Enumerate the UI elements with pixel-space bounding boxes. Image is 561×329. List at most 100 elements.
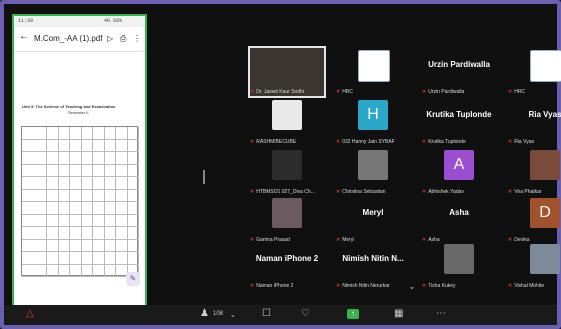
table-cell xyxy=(81,139,93,152)
print-icon[interactable]: ⎙ xyxy=(120,34,126,44)
participant-tile[interactable]: Urzin Pardiwalla ✕ Urzin Pardiwalla xyxy=(420,46,498,98)
mic-muted-icon: ✕ xyxy=(336,139,341,145)
participant-tile[interactable]: Krutika Tuplonde ✕ Krutika Tuplonde xyxy=(420,96,498,148)
table-cell xyxy=(70,177,82,190)
more-icon[interactable]: ⋯ xyxy=(436,308,446,319)
table-cell xyxy=(70,164,82,177)
mic-muted-icon: ✕ xyxy=(508,89,513,95)
table-cell xyxy=(47,177,59,190)
mic-muted-icon: ✕ xyxy=(422,89,427,95)
reactions-icon[interactable]: ♡ xyxy=(301,308,310,319)
participant-name: ✕ Nimish Nitin Nerurkar xyxy=(336,283,390,289)
participant-photo xyxy=(530,244,560,274)
back-arrow-icon[interactable]: ← xyxy=(19,31,29,42)
participant-tile[interactable]: Naman iPhone 2 ✕ Naman iPhone 2 xyxy=(248,240,326,292)
doc-title: M.Com_-AA (1).pdf xyxy=(34,34,103,43)
participant-name: ✕ Vishal Mohite xyxy=(508,283,544,289)
table-cell xyxy=(22,164,47,177)
participant-tile[interactable]: ✕ Vishal Mohite xyxy=(506,240,561,292)
table-cell xyxy=(22,202,47,215)
initial-avatar: D xyxy=(530,198,560,228)
pdf-toolbar: ← M.Com_-AA (1).pdf ▷ ⎙ ⋮ xyxy=(14,27,145,52)
participant-tile[interactable]: Asha ✕ Asha xyxy=(420,194,498,246)
table-cell xyxy=(93,152,105,165)
participant-tile[interactable]: ✕ Tisha Kukey xyxy=(420,240,498,292)
participant-tile[interactable]: ✕ Dr. Jaswit Kaur Sodhi xyxy=(248,46,326,98)
participant-name: ✕ HRC xyxy=(508,89,525,95)
share-icon[interactable]: ▷ xyxy=(107,34,113,43)
participant-photo xyxy=(272,50,302,80)
participant-photo xyxy=(358,150,388,180)
people-icon[interactable]: ♟ xyxy=(200,308,209,319)
table-cell xyxy=(47,139,59,152)
participant-tile[interactable]: Meryl ✕ Meryl xyxy=(334,194,412,246)
table-cell xyxy=(70,127,82,140)
doc-heading: Unit 3: The Scheme of Teaching and Exami… xyxy=(22,104,116,109)
table-cell xyxy=(104,214,116,227)
participant-name-text: Ria Vyas xyxy=(514,139,535,145)
participants-count: 108 xyxy=(213,311,224,317)
table-cell xyxy=(22,177,47,190)
table-cell xyxy=(93,139,105,152)
table-cell xyxy=(47,164,59,177)
scheme-table xyxy=(21,126,139,277)
participant-tile[interactable]: D ✕ Devika xyxy=(506,194,561,246)
table-cell xyxy=(127,127,139,140)
participant-tile[interactable]: ✕ HRC xyxy=(334,46,412,98)
mic-muted-icon[interactable]: △ xyxy=(26,308,34,319)
table-cell xyxy=(70,152,82,165)
participant-tile[interactable]: ✕ Christina Sebastian xyxy=(334,146,412,198)
control-bar: △ ♟ 108 ⌄ ☐ ♡ ↑ ▦ ⋯ xyxy=(4,305,557,325)
table-cell xyxy=(81,252,93,265)
table-cell xyxy=(81,152,93,165)
participant-name-text: HRC xyxy=(514,89,526,95)
initial-avatar: A xyxy=(444,150,474,180)
table-cell xyxy=(22,214,47,227)
apps-icon[interactable]: ▦ xyxy=(394,308,403,319)
table-cell xyxy=(116,202,128,215)
pdf-page: Unit 3: The Scheme of Teaching and Exami… xyxy=(18,54,141,277)
table-cell xyxy=(81,164,93,177)
more-vert-icon[interactable]: ⋮ xyxy=(133,34,141,43)
table-cell xyxy=(47,189,59,202)
table-cell xyxy=(127,202,139,215)
panel-divider[interactable] xyxy=(203,170,205,184)
table-cell xyxy=(116,127,128,140)
participant-name-text: Krutika Tuplonde xyxy=(428,139,466,145)
table-cell xyxy=(22,252,47,265)
participant-name-text: Tisha Kukey xyxy=(428,283,456,289)
participant-tile[interactable]: ✕ HTBMSO1 027_Diva Ch... xyxy=(248,146,326,198)
chat-icon[interactable]: ☐ xyxy=(262,308,271,319)
chevron-down-icon[interactable]: ⌄ xyxy=(230,311,236,319)
participant-tile[interactable]: Nimish Nitin N... ✕ Nimish Nitin Nerurkar xyxy=(334,240,412,292)
table-cell xyxy=(47,127,59,140)
table-cell xyxy=(104,164,116,177)
participant-tile[interactable]: ✕ Vira Phatkar xyxy=(506,146,561,198)
participant-tile[interactable]: H ✕ 032 Hanny Jain SYBAF xyxy=(334,96,412,148)
table-cell xyxy=(58,252,70,265)
participant-display-name: Krutika Tuplonde xyxy=(426,110,492,119)
participant-tile[interactable]: ✕ HRC xyxy=(506,46,561,98)
table-cell xyxy=(58,264,70,277)
participant-photo xyxy=(444,244,474,274)
table-cell xyxy=(81,189,93,202)
participant-name: ✕ 032 Hanny Jain SYBAF xyxy=(336,139,395,145)
participant-tile[interactable]: Ria Vyas ✕ Ria Vyas xyxy=(506,96,561,148)
table-cell xyxy=(81,239,93,252)
table-cell xyxy=(47,214,59,227)
share-screen-icon[interactable]: ↑ xyxy=(347,309,359,319)
table-cell xyxy=(93,227,105,240)
edit-fab-icon[interactable]: ✎ xyxy=(126,272,140,286)
table-cell xyxy=(58,227,70,240)
table-cell xyxy=(22,139,47,152)
table-cell xyxy=(93,177,105,190)
table-cell xyxy=(58,164,70,177)
participant-tile[interactable]: ✕ RASHMIBECUBE xyxy=(248,96,326,148)
table-cell xyxy=(93,239,105,252)
participant-tile[interactable]: ✕ Garima Prasad xyxy=(248,194,326,246)
participant-tile[interactable]: A ✕ Abhishek Yadav xyxy=(420,146,498,198)
table-cell xyxy=(58,139,70,152)
table-cell xyxy=(70,214,82,227)
chevron-down-icon[interactable]: ⌄ xyxy=(408,281,416,292)
table-cell xyxy=(47,152,59,165)
